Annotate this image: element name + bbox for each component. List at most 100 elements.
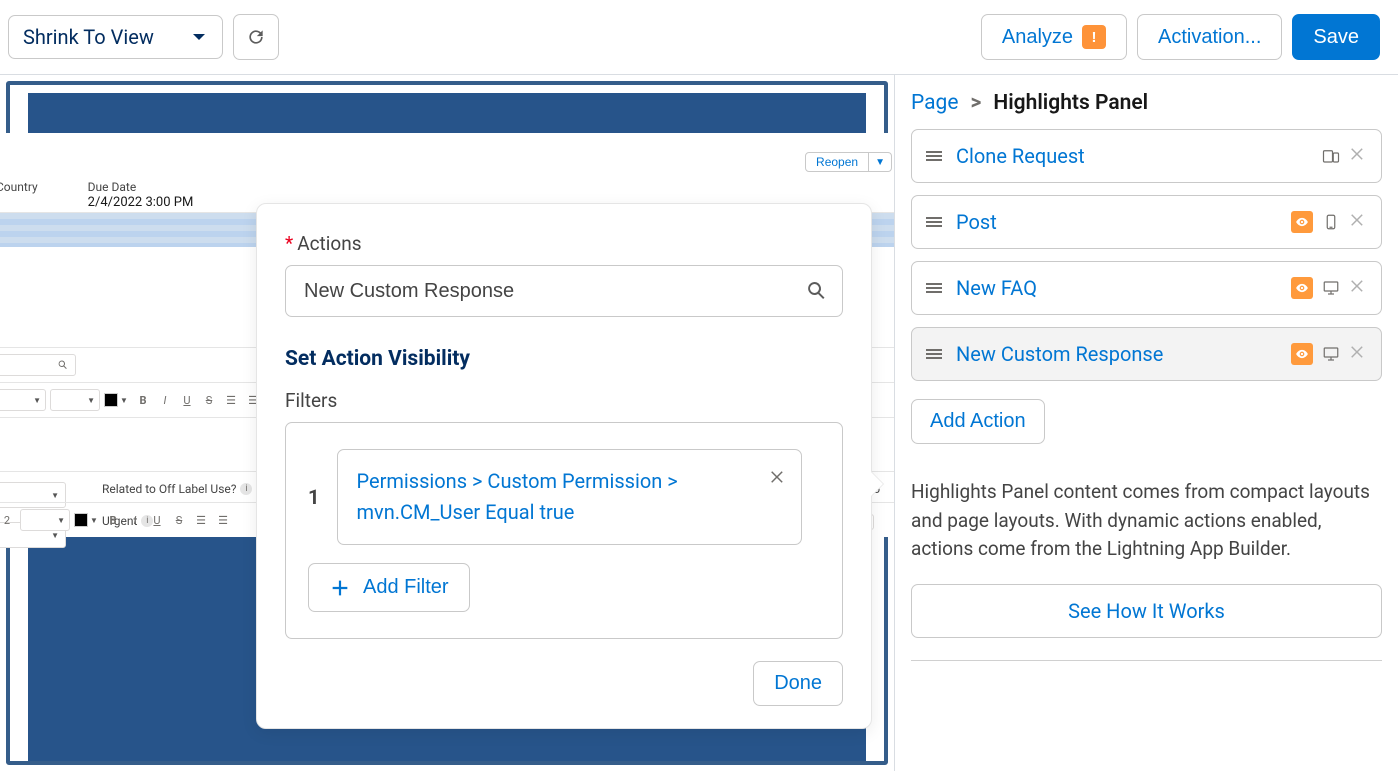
drag-handle-icon[interactable] (926, 217, 942, 227)
breadcrumb-sep: > (971, 91, 982, 115)
visibility-filter-icon[interactable] (1291, 211, 1313, 233)
size-select[interactable]: ▼ (20, 509, 70, 531)
action-name: New Custom Response (956, 342, 1277, 366)
bullet-list-icon[interactable]: ☰ (192, 511, 210, 529)
actions-field-label: *Actions (285, 232, 843, 255)
add-filter-label: Add Filter (363, 576, 449, 599)
search-icon (57, 359, 69, 371)
action-icons (1291, 343, 1367, 365)
record-field-value: 2/4/2022 3:00 PM (88, 195, 194, 210)
filter-row: 1 Permissions > Custom Permission > mvn.… (308, 449, 802, 545)
color-picker[interactable]: ▼ (104, 391, 130, 409)
remove-action-icon[interactable] (1349, 211, 1367, 233)
remove-action-icon[interactable] (1349, 343, 1367, 365)
popover-arrow (871, 472, 883, 496)
mobile-form-factor-icon[interactable] (1321, 212, 1341, 232)
refresh-icon (246, 27, 266, 47)
remove-action-icon[interactable] (1349, 145, 1367, 167)
tabmob-form-factor-icon[interactable] (1321, 146, 1341, 166)
size-select[interactable]: ▼ (50, 389, 100, 411)
drag-handle-icon[interactable] (926, 349, 942, 359)
breadcrumb-page[interactable]: Page (911, 91, 959, 115)
chevron-down-icon (190, 28, 208, 46)
top-toolbar: Shrink To View Analyze ! Activation... S… (0, 0, 1398, 75)
reopen-group: Reopen ▼ (805, 152, 892, 172)
bullet-list-icon[interactable]: ☰ (222, 391, 240, 409)
desktop-form-factor-icon[interactable] (1321, 278, 1341, 298)
filters-label: Filters (285, 389, 843, 412)
filter-index: 1 (308, 485, 319, 509)
record-fields: Country Due Date 2/4/2022 3:00 PM (0, 180, 193, 210)
record-field-label: Country (0, 180, 38, 194)
section-title: Set Action Visibility (285, 347, 843, 371)
add-action-button[interactable]: Add Action (911, 399, 1045, 444)
activation-label: Activation... (1158, 26, 1261, 49)
divider (911, 660, 1382, 661)
strike-icon[interactable]: S (200, 391, 218, 409)
breadcrumb: Page > Highlights Panel (911, 91, 1382, 115)
add-filter-button[interactable]: Add Filter (308, 563, 470, 612)
plus-icon (329, 577, 351, 599)
bold-icon[interactable]: B (134, 391, 152, 409)
search-icon (805, 279, 829, 303)
visibility-filter-icon[interactable] (1291, 343, 1313, 365)
font-select[interactable]: ▼ (0, 389, 46, 411)
action-row[interactable]: New FAQ (911, 261, 1382, 315)
remove-filter-icon[interactable] (769, 464, 787, 495)
underline-icon[interactable]: U (148, 511, 166, 529)
record-field-label: Due Date (88, 180, 194, 194)
action-name: Post (956, 210, 1277, 234)
action-icons (1291, 277, 1367, 299)
italic-icon[interactable]: I (126, 511, 144, 529)
filter-text: Permissions > Custom Permission > mvn.CM… (356, 469, 677, 524)
desktop-form-factor-icon[interactable] (1321, 344, 1341, 364)
save-label: Save (1313, 26, 1359, 49)
save-button[interactable]: Save (1292, 14, 1380, 60)
action-search-input[interactable] (285, 265, 843, 317)
analyze-button[interactable]: Analyze ! (981, 14, 1127, 60)
record-field-duedate: Due Date 2/4/2022 3:00 PM (88, 180, 194, 210)
see-how-button[interactable]: See How It Works (911, 584, 1382, 638)
remove-action-icon[interactable] (1349, 277, 1367, 299)
filters-box: 1 Permissions > Custom Permission > mvn.… (285, 422, 843, 639)
reopen-dropdown[interactable]: ▼ (869, 152, 892, 172)
color-picker[interactable]: ▼ (74, 511, 100, 529)
action-row[interactable]: Post (911, 195, 1382, 249)
rte-num: 2 (0, 511, 16, 529)
italic-icon[interactable]: I (156, 391, 174, 409)
reopen-button[interactable]: Reopen (805, 152, 869, 172)
done-button[interactable]: Done (753, 661, 843, 706)
analyze-label: Analyze (1002, 26, 1073, 49)
stage: Reopen ▼ Country Due Date 2/4/2022 3:00 … (0, 75, 1398, 771)
right-rail: Page > Highlights Panel Clone Request Pos… (894, 75, 1398, 771)
refresh-button[interactable] (233, 14, 279, 60)
warning-icon: ! (1082, 25, 1106, 49)
drag-handle-icon[interactable] (926, 283, 942, 293)
activation-button[interactable]: Activation... (1137, 14, 1282, 60)
breadcrumb-current: Highlights Panel (993, 91, 1148, 115)
action-settings-popover: *Actions Set Action Visibility Filters 1… (256, 203, 872, 729)
filter-card[interactable]: Permissions > Custom Permission > mvn.CM… (337, 449, 802, 545)
underline-icon[interactable]: U (178, 391, 196, 409)
toolbar-left: Shrink To View (8, 14, 279, 60)
info-icon: i (240, 483, 252, 495)
actions-list: Clone Request Post New FAQ New Custom Respo… (911, 129, 1382, 381)
zoom-select[interactable]: Shrink To View (8, 15, 223, 59)
record-header: Reopen ▼ Country Due Date 2/4/2022 3:00 … (0, 133, 894, 213)
bold-icon[interactable]: B (104, 511, 122, 529)
drag-handle-icon[interactable] (926, 151, 942, 161)
number-list-icon[interactable]: ☰ (214, 511, 232, 529)
action-name: Clone Request (956, 144, 1307, 168)
action-search-wrap (285, 265, 843, 317)
action-row[interactable]: Clone Request (911, 129, 1382, 183)
visibility-filter-icon[interactable] (1291, 277, 1313, 299)
toolbar-right: Analyze ! Activation... Save (981, 14, 1380, 60)
record-field-country: Country (0, 180, 38, 210)
strike-icon[interactable]: S (170, 511, 188, 529)
action-icons (1321, 145, 1367, 167)
action-row[interactable]: New Custom Response (911, 327, 1382, 381)
action-icons (1291, 211, 1367, 233)
help-text: Highlights Panel content comes from comp… (911, 478, 1382, 564)
action-name: New FAQ (956, 276, 1277, 300)
rte-search-input[interactable] (0, 354, 76, 376)
